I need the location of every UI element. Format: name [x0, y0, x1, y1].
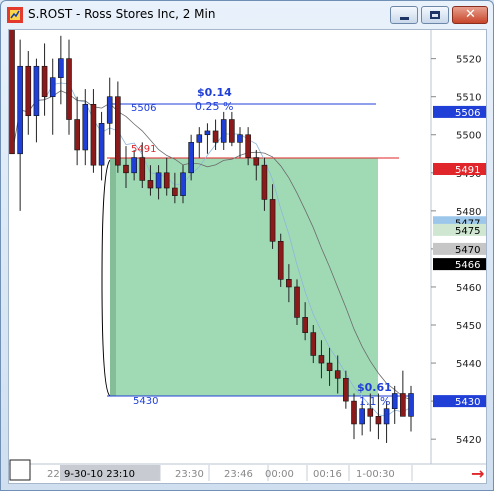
price-tick-label: 5420 [456, 435, 481, 446]
candle-body [294, 286, 300, 318]
candle-body [25, 65, 32, 117]
price-tick-label: 5440 [456, 359, 481, 370]
price-marker-label: 5430 [455, 397, 480, 408]
candle-body [82, 104, 89, 151]
candle-body [261, 164, 268, 200]
price-chart[interactable]: $0.14 0.25 % 5506 5491 5430 $0.61 1.1 % … [9, 0, 486, 483]
chart-panel[interactable]: $0.14 0.25 % 5506 5491 5430 $0.61 1.1 % … [8, 0, 487, 484]
candle-body [204, 130, 211, 136]
candle-body [74, 119, 80, 151]
candle-body [237, 134, 243, 143]
time-label: 9-30-10 23:10 [64, 469, 135, 480]
candle-body [98, 123, 105, 166]
candle-body [49, 77, 56, 97]
candle-body [383, 408, 390, 425]
candle-body [391, 393, 398, 410]
candle-body [310, 332, 317, 356]
chart-window: S.ROST - Ross Stores Inc, 2 Min ✕ $0.14 … [0, 0, 494, 491]
candle-body [400, 393, 406, 417]
candle-body [269, 199, 276, 242]
price-tick-label: 5500 [456, 131, 481, 142]
price-marker-label: 5470 [455, 245, 480, 256]
candle-body [375, 416, 382, 425]
change-bottom-label: $0.61 [357, 381, 392, 394]
candle-body [172, 187, 178, 196]
candle-body [286, 279, 292, 288]
candle-body [163, 172, 170, 189]
price-marker-label: 5491 [455, 165, 480, 176]
pct-top-label: 0.25 % [195, 100, 233, 113]
candle-body [9, 20, 15, 155]
pct-bottom-label: 1.1 % [359, 395, 390, 408]
candle-body [33, 65, 40, 117]
measure-bracket [101, 159, 111, 397]
candle-body [180, 172, 186, 196]
close-icon: ✕ [465, 7, 476, 22]
price-tick-label: 5450 [456, 321, 481, 332]
chart-corner-box[interactable] [9, 459, 31, 481]
measure-box-shadow [110, 158, 116, 396]
price-tick-label: 5520 [456, 55, 481, 66]
candle-body [58, 58, 64, 78]
time-label: 23:46 [224, 469, 253, 480]
candle-body [115, 96, 121, 166]
price-tick-label: 5460 [456, 283, 481, 294]
time-label: 00:00 [265, 469, 294, 480]
price-marker-label: 5506 [455, 108, 480, 119]
price-tick-label: 5480 [456, 207, 481, 218]
candle-body [139, 157, 146, 181]
time-label: 00:16 [313, 469, 342, 480]
close-button[interactable]: ✕ [452, 6, 488, 24]
candle-body [351, 400, 357, 425]
candle-body [41, 65, 48, 97]
minimize-icon [400, 17, 409, 20]
candle-body [277, 240, 284, 280]
candle-body [302, 317, 308, 333]
candle-body [66, 58, 72, 120]
maximize-icon [430, 11, 440, 19]
time-label: 1-00:30 [356, 469, 395, 480]
price-marker-label: 5475 [455, 226, 480, 237]
candle-body [367, 408, 374, 417]
title-bar[interactable]: S.ROST - Ross Stores Inc, 2 Min ✕ [1, 1, 493, 29]
candle-body [196, 134, 203, 143]
candle-body [253, 157, 260, 166]
candle-body [131, 157, 137, 174]
candle-body [123, 164, 129, 174]
minimize-button[interactable] [390, 6, 418, 24]
candle-body [17, 65, 23, 155]
candle-body [334, 370, 341, 379]
candle-body [188, 142, 194, 174]
candle-body [408, 393, 414, 417]
window-title: S.ROST - Ross Stores Inc, 2 Min [28, 7, 216, 21]
scroll-right-arrow-icon[interactable]: → [471, 464, 484, 483]
candle-body [212, 130, 219, 143]
level-top-label: 5506 [131, 103, 156, 114]
change-top-label: $0.14 [197, 86, 232, 99]
price-marker-label: 5466 [455, 260, 480, 271]
time-label: 23:30 [175, 469, 204, 480]
candle-body [147, 180, 154, 189]
candle-body [155, 172, 162, 189]
candle-body [326, 362, 333, 371]
candle-body [229, 119, 235, 143]
app-chart-icon [7, 7, 23, 23]
maximize-button[interactable] [421, 6, 449, 24]
candle-body [343, 377, 349, 402]
candle-body [359, 408, 365, 425]
level-red-label: 5491 [131, 144, 156, 155]
candle-body [318, 355, 325, 364]
candle-body [220, 119, 227, 143]
candle-body [90, 104, 97, 166]
candle-body [106, 96, 113, 124]
price-tick-label: 5510 [456, 93, 481, 104]
level-bottom-label: 5430 [133, 396, 158, 407]
candle-body [245, 134, 251, 158]
time-label: 22 [47, 469, 60, 480]
